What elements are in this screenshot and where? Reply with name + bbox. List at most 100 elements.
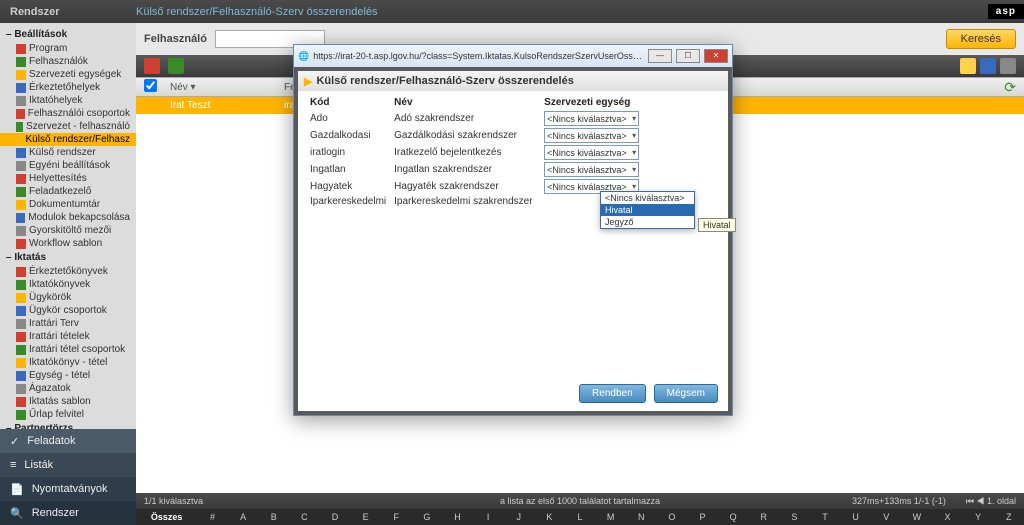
alpha-item[interactable]: U: [840, 512, 871, 522]
save-icon[interactable]: [980, 58, 996, 74]
alpha-item[interactable]: G: [412, 512, 443, 522]
item-icon: [16, 70, 26, 80]
alpha-item[interactable]: Összes: [136, 512, 197, 522]
sidebar-item[interactable]: Érkeztetőhelyek: [0, 81, 136, 94]
cancel-button[interactable]: Mégsem: [654, 384, 718, 403]
excel-icon[interactable]: [168, 58, 184, 74]
sidebar-item[interactable]: Program: [0, 42, 136, 55]
alpha-item[interactable]: T: [810, 512, 841, 522]
sidebar-item[interactable]: Érkeztetőkönyvek: [0, 265, 136, 278]
sidebar-item[interactable]: Felhasználói csoportok: [0, 107, 136, 120]
alpha-item[interactable]: A: [228, 512, 259, 522]
alpha-item[interactable]: Y: [963, 512, 994, 522]
sidebar-item[interactable]: Külső rendszer/Felhasz: [0, 133, 136, 146]
alpha-item[interactable]: S: [779, 512, 810, 522]
sidebar-item[interactable]: Szervezeti egységek: [0, 68, 136, 81]
org-select[interactable]: <Nincs kiválasztva>▾: [544, 145, 639, 160]
sidebar-item[interactable]: Egység - tétel: [0, 369, 136, 382]
alpha-item[interactable]: M: [595, 512, 626, 522]
alpha-item[interactable]: Q: [718, 512, 749, 522]
alpha-item[interactable]: K: [534, 512, 565, 522]
alpha-item[interactable]: E: [350, 512, 381, 522]
sidebar-item[interactable]: Helyettesítés: [0, 172, 136, 185]
sidebar-item[interactable]: Irattári Terv: [0, 317, 136, 330]
sidebar-item[interactable]: Szervezet - felhasználó: [0, 120, 136, 133]
dropdown-option[interactable]: <Nincs kiválasztva>: [601, 192, 694, 204]
alpha-bar: Összes#ABCDEFGHIJKLMNOPQRSTUVWXYZ: [136, 509, 1024, 525]
sidebar-item[interactable]: Iktatás sablon: [0, 395, 136, 408]
sidebar-item[interactable]: Irattári tétel csoportok: [0, 343, 136, 356]
item-icon: [16, 148, 26, 158]
sidebar-item[interactable]: Ágazatok: [0, 382, 136, 395]
sidebar-item[interactable]: Felhasználók: [0, 55, 136, 68]
delete-icon[interactable]: [144, 58, 160, 74]
item-icon: [16, 332, 26, 342]
sidebar-item[interactable]: Gyorskitöltő mezői: [0, 224, 136, 237]
col-nev[interactable]: Név ▾: [164, 82, 284, 93]
item-icon: [16, 109, 25, 119]
alpha-item[interactable]: L: [565, 512, 596, 522]
sidebar-group[interactable]: – Iktatás: [0, 250, 136, 265]
sidebar-item[interactable]: Feladatkezelő: [0, 185, 136, 198]
alpha-item[interactable]: N: [626, 512, 657, 522]
sidebar-item[interactable]: Workflow sablon: [0, 237, 136, 250]
alpha-item[interactable]: J: [503, 512, 534, 522]
alpha-item[interactable]: X: [932, 512, 963, 522]
ok-button[interactable]: Rendben: [579, 384, 646, 403]
bottomnav-item[interactable]: 🔍Rendszer: [0, 501, 136, 525]
alpha-item[interactable]: B: [258, 512, 289, 522]
sidebar-item[interactable]: Iktatóhelyek: [0, 94, 136, 107]
sidebar-item[interactable]: Iktatókönyv - tétel: [0, 356, 136, 369]
item-icon: [16, 213, 25, 223]
sidebar-item[interactable]: Egyéni beállítások: [0, 159, 136, 172]
dropdown-option[interactable]: Jegyző: [601, 216, 694, 228]
sidebar-item[interactable]: Ügykörök: [0, 291, 136, 304]
item-icon: [16, 200, 26, 210]
bottomnav-item[interactable]: 📄Nyomtatványok: [0, 477, 136, 501]
sidebar-item[interactable]: Űrlap felvitel: [0, 408, 136, 421]
dlg-row: iratloginIratkezelő bejelentkezés<Nincs …: [306, 144, 720, 161]
sidebar-group[interactable]: – Beállítások: [0, 27, 136, 42]
window-minimize[interactable]: —: [648, 49, 672, 63]
sidebar-item[interactable]: Külső rendszer: [0, 146, 136, 159]
item-icon: [16, 345, 26, 355]
dropdown-option[interactable]: Hivatal: [601, 204, 694, 216]
alpha-item[interactable]: V: [871, 512, 902, 522]
alpha-item[interactable]: I: [473, 512, 504, 522]
alpha-item[interactable]: C: [289, 512, 320, 522]
refresh-icon[interactable]: ⟳: [1004, 79, 1016, 96]
status-right: 327ms+133ms 1/-1 (-1): [852, 496, 946, 506]
alpha-item[interactable]: W: [902, 512, 933, 522]
alpha-item[interactable]: Z: [993, 512, 1024, 522]
sidebar-item[interactable]: Modulok bekapcsolása: [0, 211, 136, 224]
sidebar-item[interactable]: Irattári tételek: [0, 330, 136, 343]
dlg-row: GazdalkodasiGazdálkodási szakrendszer<Ni…: [306, 127, 720, 144]
org-select[interactable]: <Nincs kiválasztva>▾: [544, 162, 639, 177]
item-icon: [16, 293, 26, 303]
sidebar-item[interactable]: Ügykör csoportok: [0, 304, 136, 317]
org-select[interactable]: <Nincs kiválasztva>▾: [544, 128, 639, 143]
bottomnav-item[interactable]: ✓Feladatok: [0, 429, 136, 453]
alpha-item[interactable]: F: [381, 512, 412, 522]
window-close[interactable]: ✕: [704, 49, 728, 63]
search-button[interactable]: Keresés: [946, 29, 1016, 49]
alpha-item[interactable]: #: [197, 512, 228, 522]
sidebar-item[interactable]: Iktatókönyvek: [0, 278, 136, 291]
alpha-item[interactable]: O: [657, 512, 688, 522]
dropdown-list[interactable]: <Nincs kiválasztva>HivatalJegyző: [600, 191, 695, 229]
select-all-checkbox[interactable]: [144, 79, 157, 92]
alpha-item[interactable]: R: [748, 512, 779, 522]
org-select[interactable]: <Nincs kiválasztva>▾: [544, 111, 639, 126]
window-maximize[interactable]: ☐: [676, 49, 700, 63]
folder-icon[interactable]: [960, 58, 976, 74]
arrow-icon: ▶: [304, 75, 312, 88]
alpha-item[interactable]: P: [687, 512, 718, 522]
sidebar-group[interactable]: – Partnertörzs: [0, 421, 136, 429]
settings-icon[interactable]: [1000, 58, 1016, 74]
alpha-item[interactable]: H: [442, 512, 473, 522]
bottomnav-item[interactable]: ≡Listák: [0, 453, 136, 477]
status-mid: a lista az első 1000 találatot tartalmaz…: [500, 496, 660, 506]
item-icon: [16, 267, 26, 277]
sidebar-item[interactable]: Dokumentumtár: [0, 198, 136, 211]
alpha-item[interactable]: D: [320, 512, 351, 522]
